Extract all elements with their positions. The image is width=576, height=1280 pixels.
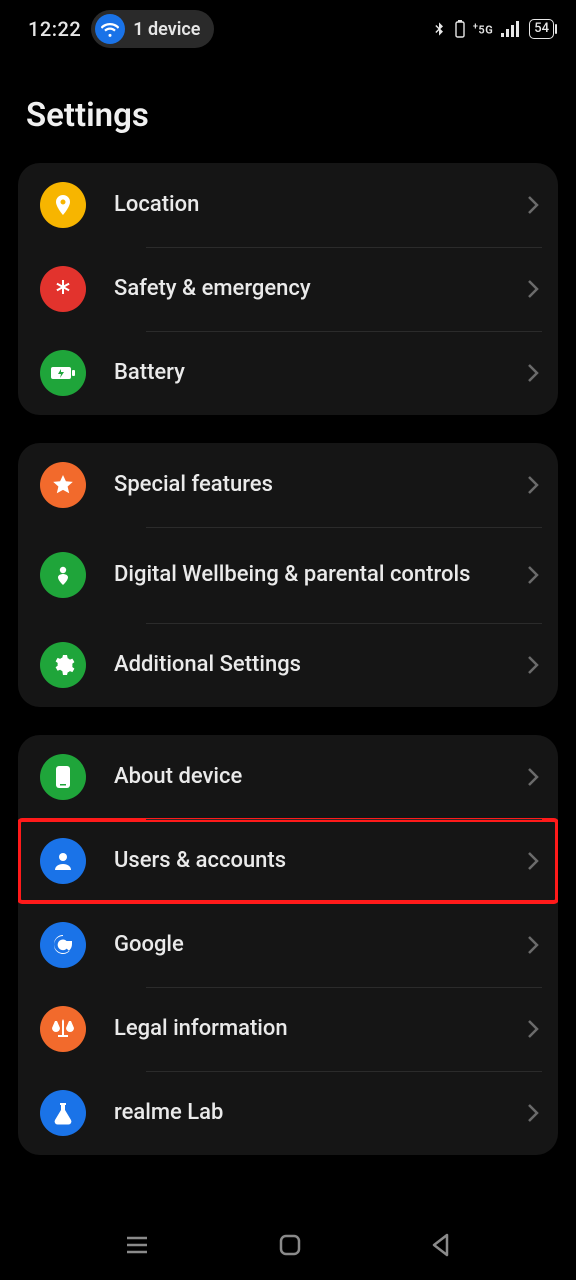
settings-row-special[interactable]: Special features bbox=[18, 443, 558, 527]
recent-apps-button[interactable] bbox=[123, 1233, 151, 1257]
back-button[interactable] bbox=[429, 1232, 453, 1258]
battery-saver-icon bbox=[455, 20, 465, 38]
settings-row-safety[interactable]: Safety & emergency bbox=[18, 247, 558, 331]
chevron-right-icon bbox=[526, 474, 540, 496]
chevron-right-icon bbox=[526, 654, 540, 676]
row-label: Users & accounts bbox=[114, 847, 298, 875]
network-type-label: +5G bbox=[473, 22, 493, 37]
settings-group: About device Users & accounts Google Leg… bbox=[18, 735, 558, 1155]
row-label: Google bbox=[114, 931, 196, 959]
location-pin-icon bbox=[40, 182, 86, 228]
battery-level: 54 bbox=[529, 19, 554, 39]
connected-device-label: 1 device bbox=[133, 19, 200, 40]
settings-row-legal[interactable]: Legal information bbox=[18, 987, 558, 1071]
bluetooth-icon bbox=[431, 19, 447, 39]
phone-icon bbox=[40, 754, 86, 800]
asterisk-icon bbox=[40, 266, 86, 312]
system-nav-bar bbox=[0, 1210, 576, 1280]
star-icon bbox=[40, 462, 86, 508]
chevron-right-icon bbox=[526, 1102, 540, 1124]
flask-icon bbox=[40, 1090, 86, 1136]
google-icon bbox=[40, 922, 86, 968]
scales-icon bbox=[40, 1006, 86, 1052]
chevron-right-icon bbox=[526, 564, 540, 586]
settings-row-additional[interactable]: Additional Settings bbox=[18, 623, 558, 707]
status-clock: 12:22 bbox=[28, 17, 81, 41]
chevron-right-icon bbox=[526, 850, 540, 872]
person-icon bbox=[40, 838, 86, 884]
settings-row-wellbeing[interactable]: Digital Wellbeing & parental controls bbox=[18, 527, 558, 623]
chevron-right-icon bbox=[526, 934, 540, 956]
page-title: Settings bbox=[26, 96, 550, 135]
settings-row-google[interactable]: Google bbox=[18, 903, 558, 987]
settings-row-lab[interactable]: realme Lab bbox=[18, 1071, 558, 1155]
settings-group: Location Safety & emergency Battery bbox=[18, 163, 558, 415]
row-label: Safety & emergency bbox=[114, 275, 323, 303]
row-label: Location bbox=[114, 191, 211, 219]
gear-icon bbox=[40, 642, 86, 688]
battery-icon bbox=[40, 350, 86, 396]
status-bar: 12:22 1 device +5G 54 bbox=[0, 0, 576, 58]
row-label: Special features bbox=[114, 471, 285, 499]
settings-row-about[interactable]: About device bbox=[18, 735, 558, 819]
settings-row-battery[interactable]: Battery bbox=[18, 331, 558, 415]
chevron-right-icon bbox=[526, 766, 540, 788]
signal-bars-icon bbox=[501, 21, 521, 37]
row-label: realme Lab bbox=[114, 1099, 235, 1127]
connected-device-chip[interactable]: 1 device bbox=[91, 10, 214, 48]
row-label: Digital Wellbeing & parental controls bbox=[114, 561, 482, 589]
row-label: Battery bbox=[114, 359, 197, 387]
chevron-right-icon bbox=[526, 278, 540, 300]
settings-group: Special features Digital Wellbeing & par… bbox=[18, 443, 558, 707]
wifi-icon bbox=[95, 14, 125, 44]
row-label: Legal information bbox=[114, 1015, 300, 1043]
chevron-right-icon bbox=[526, 1018, 540, 1040]
row-label: About device bbox=[114, 763, 254, 791]
settings-row-users[interactable]: Users & accounts bbox=[18, 819, 558, 903]
chevron-right-icon bbox=[526, 194, 540, 216]
page-header: Settings bbox=[0, 58, 576, 163]
chevron-right-icon bbox=[526, 362, 540, 384]
heart-person-icon bbox=[40, 552, 86, 598]
row-label: Additional Settings bbox=[114, 651, 313, 679]
home-button[interactable] bbox=[277, 1232, 303, 1258]
settings-row-location[interactable]: Location bbox=[18, 163, 558, 247]
